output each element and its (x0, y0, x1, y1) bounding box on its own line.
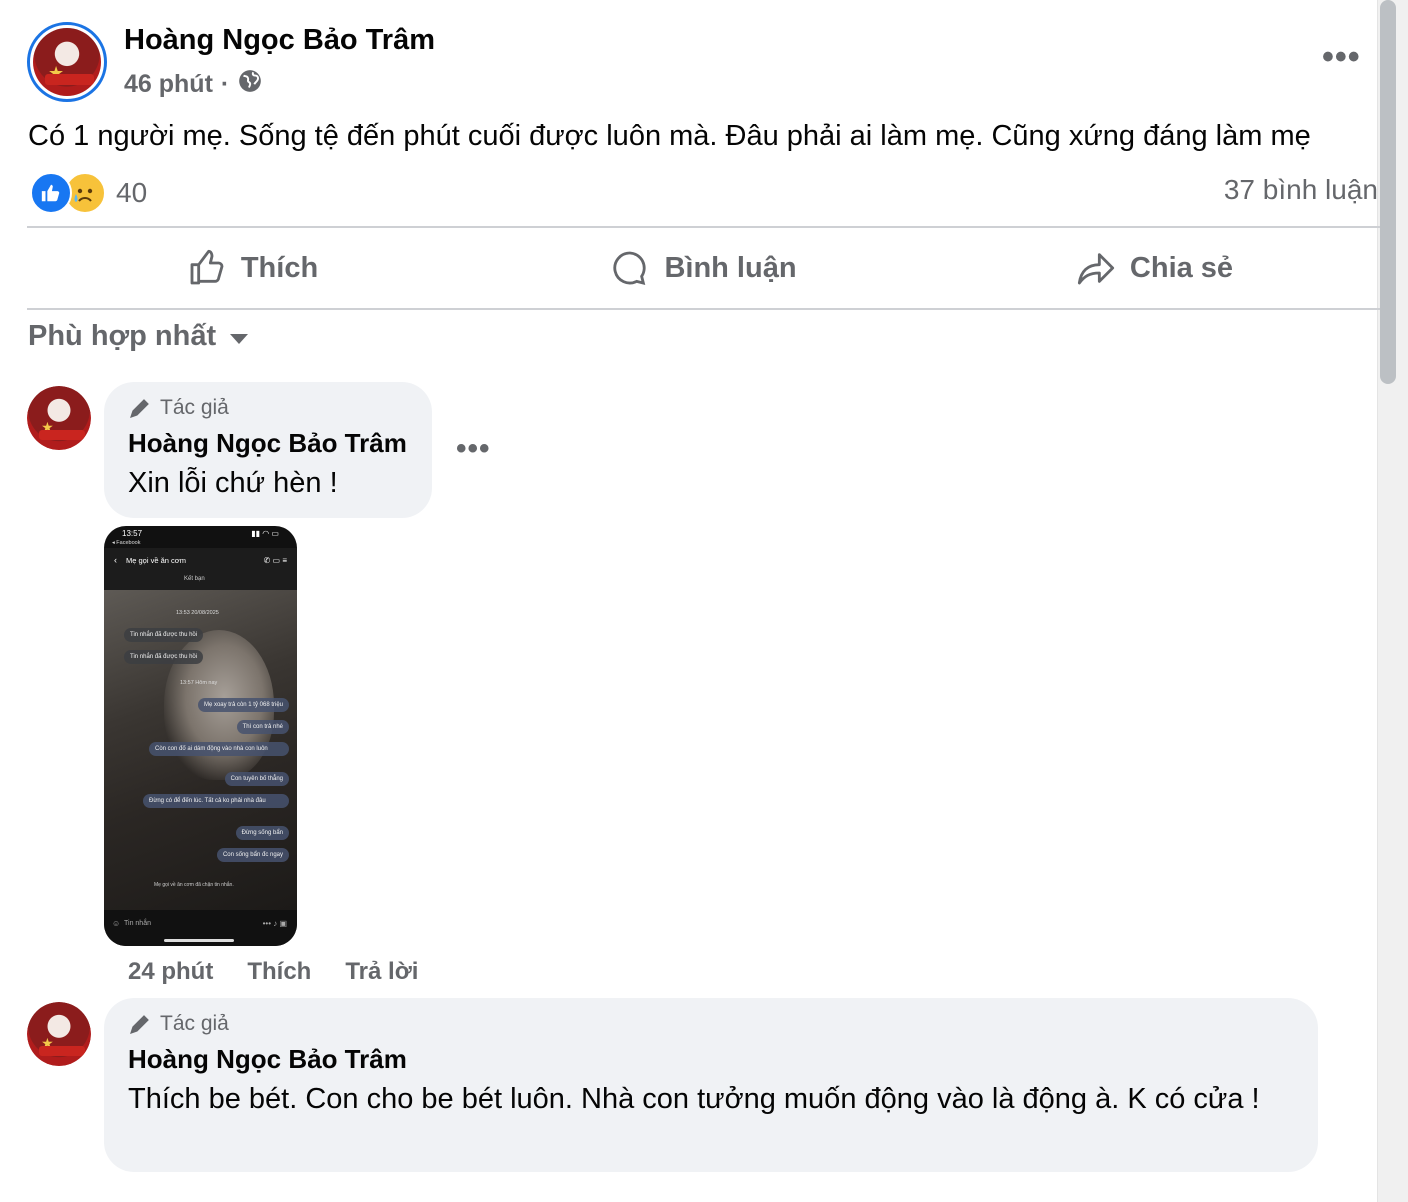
comment-image-attachment[interactable]: 13:57 ▮▮ ◠ ▭ ◂ Facebook ‹ Mẹ gọi về ăn c… (104, 526, 297, 946)
post-meta: 46 phút · (124, 68, 263, 101)
comment-meta: 24 phút Thích Trả lời (128, 958, 418, 986)
phone-message: Con tuyên bố thẳng (224, 772, 289, 786)
comment-more-options-icon[interactable]: ••• (456, 432, 491, 466)
comment-count[interactable]: 37 bình luận (1224, 174, 1378, 206)
emoji-icon: ☺ (112, 919, 121, 928)
phone-blocked-notice: Mẹ gọi về ăn cơm đã chặn tin nhắn. (154, 882, 234, 888)
pen-icon (130, 1015, 149, 1034)
share-button[interactable]: Chia sẻ (929, 230, 1380, 306)
pen-icon (130, 399, 149, 418)
comment-time[interactable]: 24 phút (128, 958, 213, 986)
phone-chat-title: Mẹ gọi về ăn cơm (126, 556, 186, 565)
phone-message: Còn con đố ai dám động vào nhà con luôn (149, 742, 289, 756)
comment-text: Xin lỗi chứ hèn ! (128, 467, 338, 499)
scrollbar-thumb[interactable] (1380, 0, 1396, 384)
comment-button[interactable]: Bình luận (478, 230, 929, 306)
author-tag: Tác giả (128, 1012, 1294, 1036)
comment-author-name[interactable]: Hoàng Ngọc Bảo Trâm (128, 1044, 1294, 1075)
reaction-summary[interactable]: 40 (30, 172, 147, 214)
share-label: Chia sẻ (1129, 251, 1234, 284)
phone-chat-body: 13:53 20/08/2025 Tin nhắn đã được thu hồ… (104, 590, 297, 910)
phone-friend-label: Kết bạn (184, 576, 205, 582)
author-tag: Tác giả (128, 396, 408, 420)
like-label: Thích (240, 251, 319, 284)
phone-message: Con sống bẩn đc ngay (216, 848, 289, 862)
thumbs-up-icon (190, 249, 224, 285)
share-arrow-icon (1077, 253, 1114, 285)
comment-bubble: Tác giả Hoàng Ngọc Bảo Trâm Xin lỗi chứ … (104, 382, 432, 518)
phone-message: Đừng có để đến lúc. Tất cả ko phải nhà đ… (143, 794, 289, 808)
post-author-name[interactable]: Hoàng Ngọc Bảo Trâm (124, 24, 435, 57)
comment-text: Thích be bét. Con cho be bét luôn. Nhà c… (128, 1083, 1260, 1115)
comment-sort-dropdown[interactable]: Phù hợp nhất (28, 320, 249, 353)
call-icons: ✆ ▭ ≡ (263, 556, 287, 565)
phone-message: Mẹ xoay trả còn 1 tỷ 068 triệu (197, 698, 289, 712)
home-indicator (164, 939, 234, 942)
comment-label: Bình luận (664, 251, 797, 284)
phone-input-bar: ☺ Tin nhắn ••• ♪ ▣ (104, 910, 297, 946)
post-text: Có 1 người mẹ. Sống tệ đến phút cuối đượ… (28, 120, 1311, 152)
phone-input-icons: ••• ♪ ▣ (262, 919, 287, 928)
reaction-count[interactable]: 40 (116, 177, 147, 209)
comment-like-link[interactable]: Thích (247, 958, 311, 986)
phone-status-icons: ▮▮ ◠ ▭ (251, 529, 279, 538)
comment-author-avatar[interactable]: ★ (27, 1002, 91, 1066)
phone-back-app: ◂ Facebook (112, 540, 141, 546)
phone-input-placeholder: Tin nhắn (124, 920, 151, 927)
comment-reply-link[interactable]: Trả lời (345, 958, 418, 986)
post-actions: Thích Bình luận Chia sẻ (27, 230, 1380, 306)
meta-separator: · (220, 70, 230, 98)
phone-message: Thì con trả nhé (236, 720, 289, 734)
comment-bubble: Tác giả Hoàng Ngọc Bảo Trâm Thích be bét… (104, 998, 1318, 1172)
phone-today-stamp: 13:57 Hôm nay (180, 680, 218, 686)
comment-bubble-icon (613, 251, 647, 285)
globe-icon[interactable] (237, 68, 263, 101)
like-reaction-icon (30, 172, 72, 214)
like-button[interactable]: Thích (27, 230, 478, 306)
comment-author-name[interactable]: Hoàng Ngọc Bảo Trâm (128, 428, 408, 459)
author-tag-label: Tác giả (160, 1012, 229, 1035)
chevron-left-icon: ‹ (114, 555, 117, 565)
post-time[interactable]: 46 phút (124, 70, 213, 99)
post-more-options-icon[interactable]: ••• (1322, 40, 1361, 74)
phone-message: Tin nhắn đã được thu hồi (124, 650, 204, 664)
post-author-avatar[interactable]: ★ (27, 22, 107, 102)
phone-date-stamp: 13:53 20/08/2025 (176, 610, 219, 616)
divider (27, 308, 1380, 310)
phone-message: Tin nhắn đã được thu hồi (124, 628, 204, 642)
caret-down-icon (230, 333, 249, 344)
phone-chat-header: ‹ Mẹ gọi về ăn cơm ✆ ▭ ≡ Kết bạn (104, 548, 297, 590)
divider (27, 226, 1380, 228)
sort-label: Phù hợp nhất (28, 320, 217, 352)
comment-author-avatar[interactable]: ★ (27, 386, 91, 450)
phone-message: Đừng sống bẩn (235, 826, 289, 840)
author-tag-label: Tác giả (160, 396, 229, 419)
